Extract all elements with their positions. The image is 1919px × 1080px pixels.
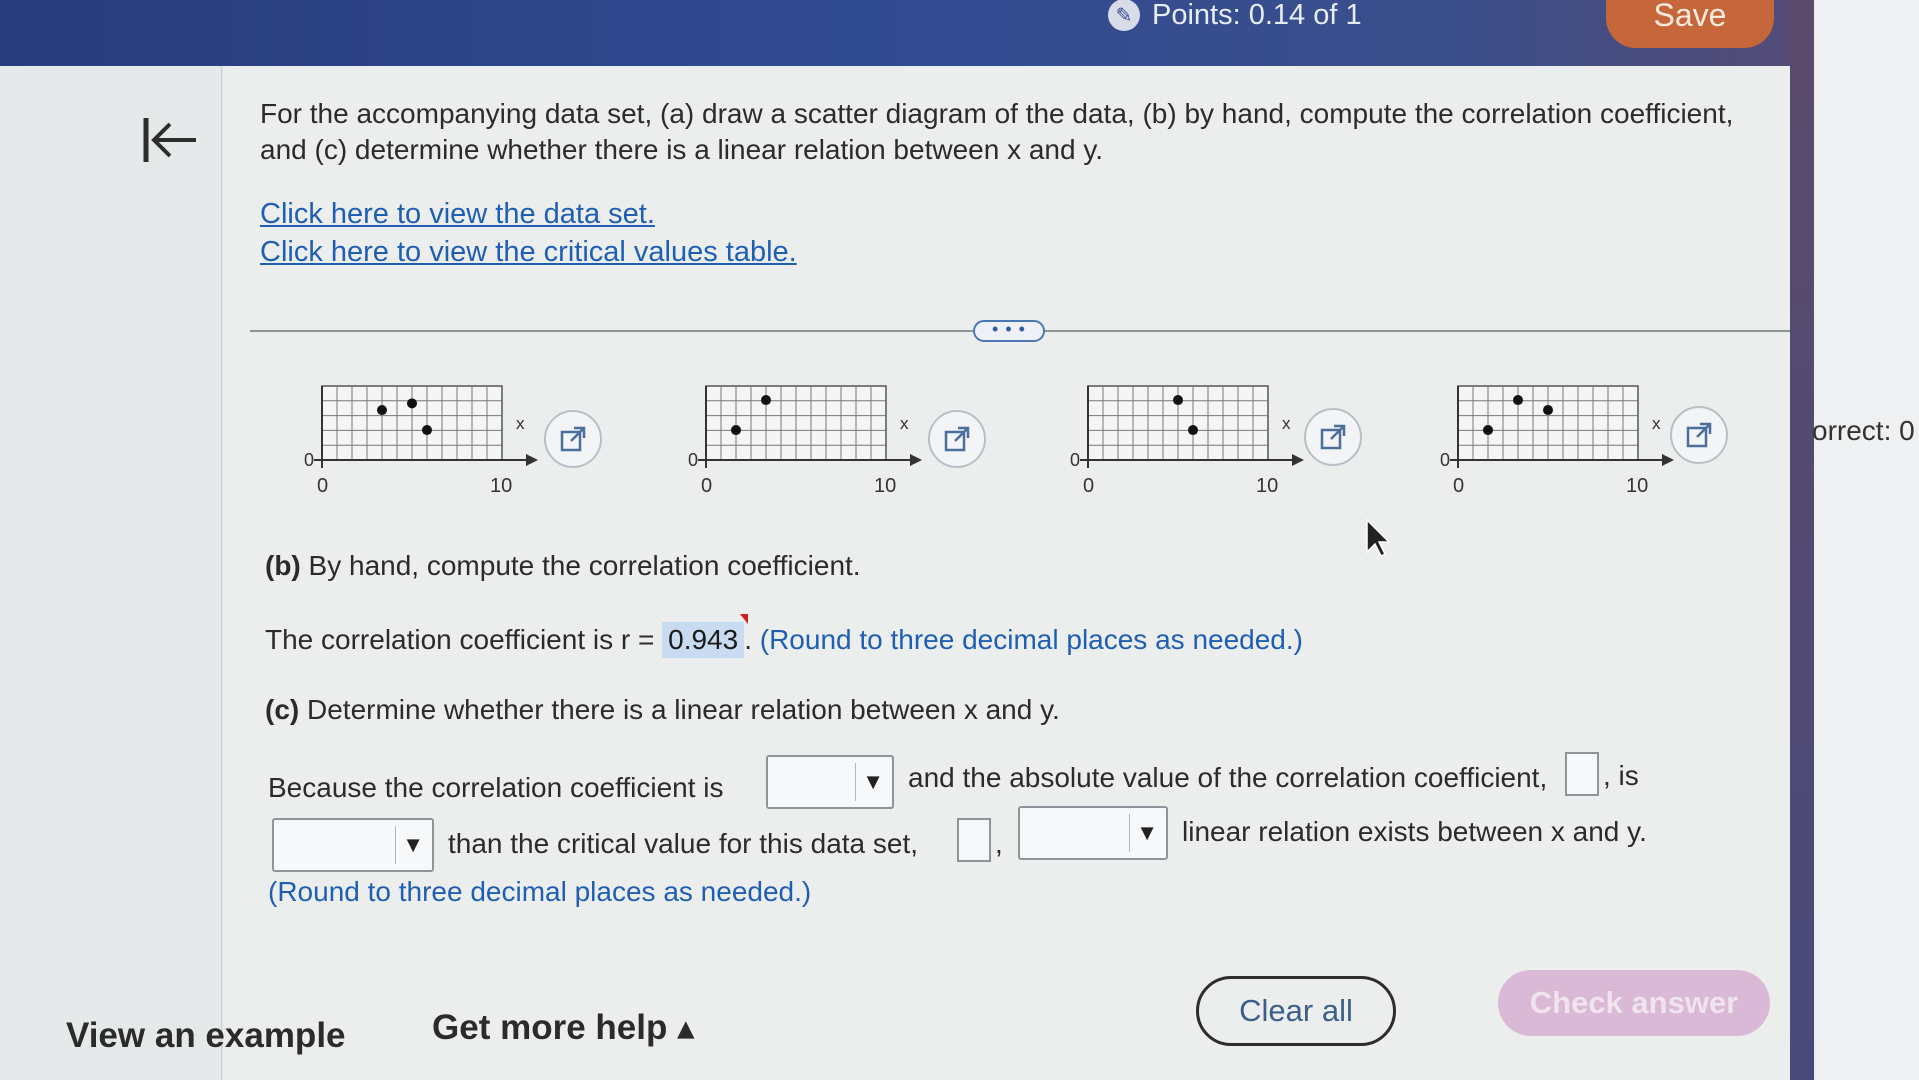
x-tick-label: 10 [874, 475, 896, 497]
part-b-answer-line: The correlation coefficient is r = 0.943… [265, 614, 1303, 658]
clear-all-button[interactable]: Clear all [1196, 976, 1396, 1046]
check-answer-button[interactable]: Check answer [1498, 970, 1770, 1036]
x-axis-arrow [910, 454, 922, 466]
x-axis-label: x [516, 414, 525, 433]
data-point [731, 425, 741, 436]
correlation-value: 0.943 [668, 624, 739, 655]
data-point [761, 395, 771, 406]
scatter-graph: 0 x 0 10 [688, 385, 922, 497]
part-c-instruction: (c) Determine whether there is a linear … [265, 694, 1060, 726]
view-data-set-link[interactable]: Click here to view the data set. [260, 198, 655, 231]
x-axis-label: x [1282, 414, 1291, 433]
points-label: Points: 0.14 of 1 [1152, 0, 1362, 31]
data-point [1543, 405, 1553, 416]
part-c-line2-b: , [995, 828, 1003, 859]
expand-graph-3-icon[interactable] [1304, 408, 1362, 466]
resize-handle[interactable]: • • • [973, 320, 1045, 342]
expand-graph-1-icon[interactable] [544, 410, 602, 468]
x-tick-label: 10 [1256, 475, 1278, 497]
part-c-hint: (Round to three decimal places as needed… [268, 876, 812, 907]
sign-dropdown[interactable]: ▼ [766, 755, 894, 809]
x-tick-label: 0 [1453, 475, 1464, 497]
conclusion-dropdown[interactable]: ▼ [1018, 806, 1168, 860]
question-text: For the accompanying data set, (a) draw … [260, 98, 1734, 165]
correlation-answer-field[interactable]: 0.943 [662, 614, 749, 658]
part-c-line2-a: than the critical value for this data se… [448, 828, 919, 859]
points-indicator: ✎ Points: 0.14 of 1 [1108, 0, 1362, 31]
data-point [1513, 395, 1523, 406]
y-tick-label: 0 [688, 450, 698, 470]
points-icon: ✎ [1108, 0, 1140, 31]
comparison-dropdown[interactable]: ▼ [272, 818, 434, 872]
x-axis-label: x [900, 414, 909, 433]
abs-correlation-input[interactable] [1565, 752, 1599, 796]
incorrect-flag-icon [740, 614, 749, 624]
partial-correct-label: orrect: 0 [1812, 415, 1915, 446]
dropdown-arrow-icon: ▼ [402, 832, 424, 857]
x-tick-label: 0 [1083, 475, 1094, 497]
dropdown-arrow-icon: ▼ [862, 769, 884, 794]
x-tick-label: 10 [490, 475, 512, 497]
part-b-suffix: . [744, 624, 752, 655]
collapse-back-icon[interactable] [140, 112, 200, 168]
data-point [1173, 395, 1183, 406]
save-button[interactable]: Save [1606, 0, 1774, 48]
x-tick-label: 0 [317, 475, 328, 497]
scatter-graph: 0 x 0 10 [1070, 385, 1304, 497]
x-axis-arrow [526, 454, 538, 466]
part-c-line2-c: linear relation exists between x and y. [1182, 816, 1647, 847]
dropdown-separator [855, 763, 856, 801]
scatter-graph: 0 x 0 10 [1440, 385, 1674, 497]
data-point [422, 425, 432, 436]
part-b-hint: (Round to three decimal places as needed… [759, 624, 1303, 655]
left-sidebar [0, 66, 222, 1080]
x-tick-label: 10 [1626, 475, 1648, 497]
y-tick-label: 0 [1440, 450, 1450, 470]
y-tick-label: 0 [304, 450, 314, 470]
part-c-line1-a: Because the correlation coefficient is [268, 772, 724, 803]
data-point [407, 398, 417, 409]
data-point [1483, 425, 1493, 436]
dropdown-separator [395, 826, 396, 864]
part-b-text: By hand, compute the correlation coeffic… [308, 550, 861, 581]
part-c-label: (c) [265, 694, 300, 725]
data-point [1188, 425, 1198, 436]
part-c-text: Determine whether there is a linear rela… [307, 694, 1060, 725]
dropdown-arrow-icon: ▼ [1136, 820, 1158, 845]
part-b-label: (b) [265, 550, 301, 581]
data-point [377, 405, 387, 416]
right-scrollbar[interactable] [1790, 0, 1814, 1080]
part-c-line1-b: and the absolute value of the correlatio… [908, 762, 1548, 793]
critical-value-input[interactable] [957, 818, 991, 862]
part-b-prefix: The correlation coefficient is r = [265, 624, 655, 655]
part-c-line1-c: , is [1603, 760, 1639, 791]
x-axis-arrow [1662, 454, 1674, 466]
expand-graph-2-icon[interactable] [928, 410, 986, 468]
part-b-instruction: (b) By hand, compute the correlation coe… [265, 550, 861, 582]
view-critical-values-link[interactable]: Click here to view the critical values t… [260, 236, 797, 269]
right-panel [1814, 0, 1919, 1080]
x-tick-label: 0 [701, 475, 712, 497]
x-axis-label: x [1652, 414, 1661, 433]
expand-graph-4-icon[interactable] [1670, 406, 1728, 464]
x-axis-arrow [1292, 454, 1304, 466]
get-more-help-link[interactable]: Get more help ▴ [432, 1008, 695, 1048]
dropdown-separator [1129, 814, 1130, 852]
y-tick-label: 0 [1070, 450, 1080, 470]
scatter-graph: 0 x 0 10 [304, 385, 538, 497]
mouse-cursor-icon [1366, 518, 1391, 558]
view-example-link[interactable]: View an example [66, 1016, 346, 1056]
